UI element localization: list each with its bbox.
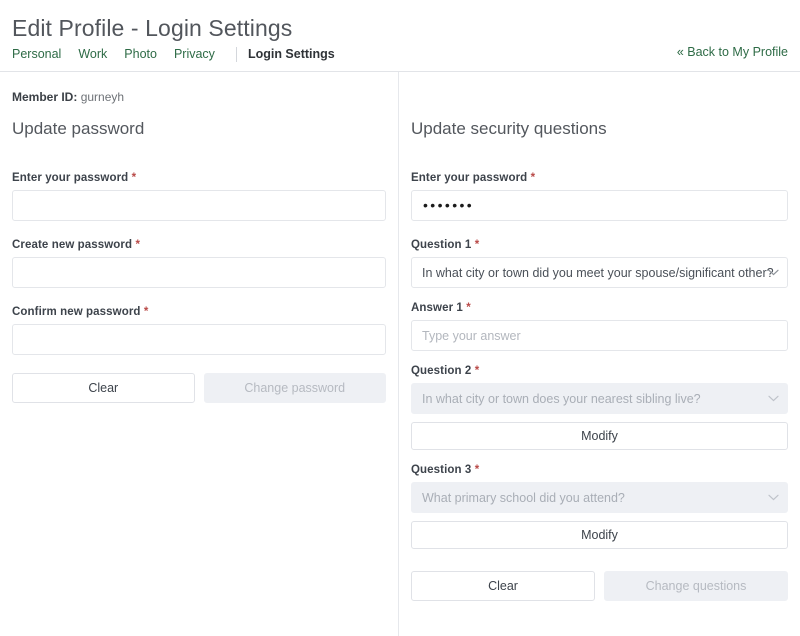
question1-label-text: Question 1 [411, 239, 471, 251]
question3-field-block: Question 3 * What primary school did you… [411, 464, 788, 549]
tab-privacy[interactable]: Privacy [174, 46, 226, 62]
update-security-questions-column: Update security questions Enter your pas… [398, 72, 800, 636]
question3-label: Question 3 * [411, 464, 788, 476]
confirm-password-label: Confirm new password * [12, 306, 386, 318]
confirm-password-label-text: Confirm new password [12, 306, 141, 318]
answer1-input[interactable] [411, 320, 788, 351]
question1-select-wrap: In what city or town did you meet your s… [411, 257, 788, 288]
enter-password-label: Enter your password * [12, 172, 386, 184]
security-password-input[interactable]: ••••••• [411, 190, 788, 221]
tab-personal[interactable]: Personal [12, 46, 72, 62]
clear-password-button[interactable]: Clear [12, 373, 195, 403]
clear-questions-button[interactable]: Clear [411, 571, 595, 601]
required-marker: * [135, 239, 140, 251]
profile-tabs: Personal Work Photo Privacy Login Settin… [12, 46, 788, 62]
modify-question3-button[interactable]: Modify [411, 521, 788, 549]
create-password-label-text: Create new password [12, 239, 132, 251]
password-actions: Clear Change password [12, 373, 386, 403]
security-password-label-text: Enter your password [411, 172, 527, 184]
question3-select: What primary school did you attend? [411, 482, 788, 513]
question2-label-text: Question 2 [411, 365, 471, 377]
enter-password-label-text: Enter your password [12, 172, 128, 184]
required-marker: * [475, 464, 480, 476]
page-header: Edit Profile - Login Settings Personal W… [0, 0, 800, 72]
required-marker: * [531, 172, 536, 184]
member-id: Member ID: gurneyh [12, 90, 386, 106]
tab-login-settings: Login Settings [248, 46, 346, 62]
create-password-field-block: Create new password * [12, 239, 386, 288]
question3-select-wrap: What primary school did you attend? [411, 482, 788, 513]
security-password-value: ••••••• [422, 191, 777, 220]
create-password-input[interactable] [12, 257, 386, 288]
required-marker: * [466, 302, 471, 314]
tab-divider [236, 47, 237, 62]
tab-work[interactable]: Work [78, 46, 118, 62]
create-password-label: Create new password * [12, 239, 386, 251]
enter-password-input[interactable] [12, 190, 386, 221]
question1-label: Question 1 * [411, 239, 788, 251]
question2-select: In what city or town does your nearest s… [411, 383, 788, 414]
tab-photo[interactable]: Photo [124, 46, 168, 62]
required-marker: * [144, 306, 149, 318]
security-password-field-block: Enter your password * ••••••• [411, 172, 788, 221]
answer1-label: Answer 1 * [411, 302, 788, 314]
answer1-label-text: Answer 1 [411, 302, 463, 314]
security-password-label: Enter your password * [411, 172, 788, 184]
update-password-title: Update password [12, 118, 386, 140]
question2-select-wrap: In what city or town does your nearest s… [411, 383, 788, 414]
edit-profile-page: Edit Profile - Login Settings Personal W… [0, 0, 800, 636]
question2-field-block: Question 2 * In what city or town does y… [411, 365, 788, 450]
update-security-questions-title: Update security questions [411, 118, 788, 140]
question1-select[interactable]: In what city or town did you meet your s… [411, 257, 788, 288]
confirm-password-input[interactable] [12, 324, 386, 355]
required-marker: * [475, 239, 480, 251]
required-marker: * [475, 365, 480, 377]
page-title: Edit Profile - Login Settings [12, 14, 788, 42]
member-id-label: Member ID: [12, 90, 77, 104]
back-to-my-profile-link[interactable]: « Back to My Profile [677, 45, 788, 59]
question3-label-text: Question 3 [411, 464, 471, 476]
modify-question2-button[interactable]: Modify [411, 422, 788, 450]
member-id-value: gurneyh [81, 90, 124, 104]
change-password-button[interactable]: Change password [204, 373, 387, 403]
change-questions-button[interactable]: Change questions [604, 571, 788, 601]
enter-password-field-block: Enter your password * [12, 172, 386, 221]
answer1-field-block: Answer 1 * [411, 302, 788, 351]
settings-body: Member ID: gurneyh Update password Enter… [0, 72, 800, 636]
update-password-column: Member ID: gurneyh Update password Enter… [0, 72, 398, 636]
required-marker: * [132, 172, 137, 184]
question2-label: Question 2 * [411, 365, 788, 377]
question1-field-block: Question 1 * In what city or town did yo… [411, 239, 788, 288]
confirm-password-field-block: Confirm new password * [12, 306, 386, 355]
questions-actions: Clear Change questions [411, 571, 788, 601]
